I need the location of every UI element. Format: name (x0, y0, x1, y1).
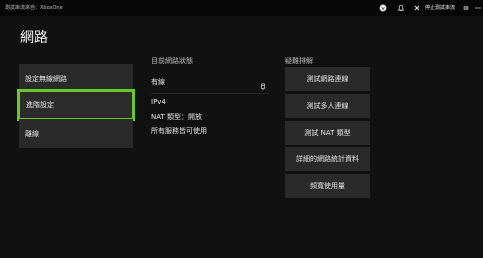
wireless-setup-button[interactable]: 設定無線網路 (19, 64, 133, 93)
detailed-network-stats-button[interactable]: 詳細的網路統計資料 (285, 147, 370, 171)
go-offline-label: 離線 (25, 129, 39, 138)
bandwidth-usage-label: 頻寬使用量 (310, 182, 345, 190)
stop-streaming-button[interactable]: 停止測試串流 (425, 4, 455, 11)
wired-connection-icon (259, 76, 267, 91)
status-divider (151, 93, 269, 94)
services-status-text: 所有服務皆可使用 (151, 127, 207, 135)
network-status-heading: 目前網路狀態 (151, 57, 193, 65)
detailed-network-stats-label: 詳細的網路統計資料 (296, 155, 359, 163)
menu-icon[interactable] (462, 4, 470, 12)
nat-type-text: NAT 類型：開放 (151, 113, 202, 121)
test-nat-type-label: 測試 NAT 類型 (304, 129, 351, 137)
advanced-settings-label: 進階設定 (26, 101, 54, 109)
stream-source-label: 測試串流來自：XboxOne (5, 5, 63, 11)
stop-icon[interactable] (413, 4, 421, 12)
test-network-connection-label: 測試網路連線 (306, 75, 349, 83)
bandwidth-usage-button[interactable]: 頻寬使用量 (285, 174, 370, 198)
top-bar: 測試串流來自：XboxOne 停止測試串流 (0, 0, 483, 16)
more-icon[interactable] (474, 4, 482, 12)
connection-type-text: 有線 (151, 78, 165, 86)
test-nat-type-button[interactable]: 測試 NAT 類型 (285, 121, 370, 145)
notification-icon[interactable] (397, 4, 405, 12)
go-offline-button[interactable]: 離線 (19, 119, 133, 148)
test-network-connection-button[interactable]: 測試網路連線 (285, 67, 370, 91)
advanced-settings-button[interactable]: 進階設定 (17, 89, 135, 121)
ip-version-text: IPv4 (151, 98, 166, 106)
troubleshoot-heading: 疑難排解 (285, 57, 313, 65)
test-multiplayer-button[interactable]: 測試多人連線 (285, 94, 370, 118)
test-multiplayer-label: 測試多人連線 (306, 102, 349, 110)
wireless-setup-label: 設定無線網路 (25, 74, 67, 83)
xbox-icon[interactable] (379, 4, 387, 12)
page-title: 網路 (20, 30, 48, 46)
